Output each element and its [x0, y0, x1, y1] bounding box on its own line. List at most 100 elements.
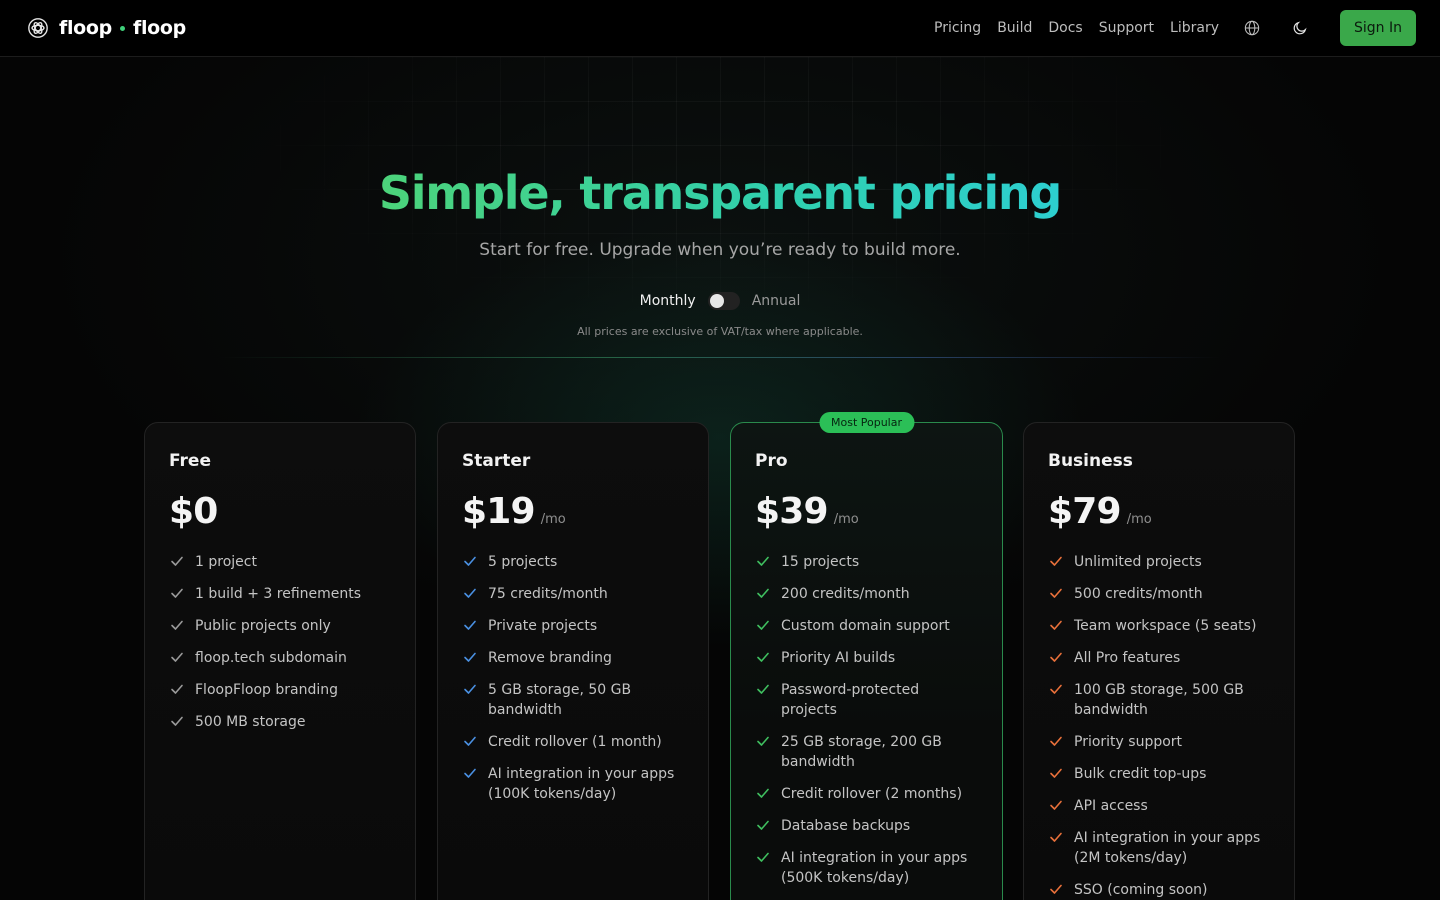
plan-feature-text: 1 build + 3 refinements	[195, 586, 362, 602]
check-icon	[1050, 884, 1062, 894]
plan-feature-text: 500 MB storage	[195, 714, 306, 730]
plan-feature: Bulk credit top-ups	[1048, 764, 1270, 784]
plan-feature: 5 projects	[462, 552, 684, 572]
check-icon	[757, 620, 769, 630]
plan-feature-text: Priority support	[1074, 734, 1183, 750]
check-icon	[171, 620, 183, 630]
check-icon	[757, 684, 769, 694]
plan-feature-text: API access	[1074, 798, 1148, 814]
page-title: Simple, transparent pricing	[379, 160, 1063, 226]
moon-icon[interactable]	[1291, 19, 1309, 37]
plan-feature: 100 GB storage, 500 GB bandwidth	[1048, 680, 1270, 720]
plan-feature-text: Bulk credit top-ups	[1074, 766, 1207, 782]
plan-feature-text: AI integration in your apps (2M tokens/d…	[1074, 830, 1261, 866]
plan-feature: AI integration in your apps (100K tokens…	[462, 764, 684, 804]
check-icon	[757, 788, 769, 798]
billing-monthly-label[interactable]: Monthly	[640, 293, 696, 309]
plan-feature-list: 1 project 1 build + 3 refinements Public…	[169, 552, 391, 732]
nav-link-build[interactable]: Build	[997, 20, 1032, 36]
plan-feature-text: Team workspace (5 seats)	[1074, 618, 1257, 634]
brand-name-second: floop	[133, 17, 186, 39]
check-icon	[1050, 556, 1062, 566]
most-popular-badge: Most Popular	[818, 412, 915, 433]
plan-feature: 25 GB storage, 200 GB bandwidth	[755, 732, 978, 772]
plan-feature-text: 25 GB storage, 200 GB bandwidth	[781, 734, 942, 770]
check-icon	[1050, 684, 1062, 694]
plan-feature-text: 5 projects	[488, 554, 558, 570]
nav-link-docs[interactable]: Docs	[1048, 20, 1082, 36]
plan-feature: Private projects	[462, 616, 684, 636]
check-icon	[171, 556, 183, 566]
plan-feature: 500 MB storage	[169, 712, 391, 732]
check-icon	[757, 556, 769, 566]
nav-link-support[interactable]: Support	[1099, 20, 1154, 36]
plan-price: $39	[755, 491, 829, 532]
plan-feature: 15 projects	[755, 552, 978, 572]
plan-feature-text: Public projects only	[195, 618, 331, 634]
plan-card-starter: Starter $19 /mo 5 projects 75 credits/mo…	[437, 422, 709, 900]
plan-feature: Priority support	[1048, 732, 1270, 752]
plan-period: /mo	[1126, 512, 1152, 527]
billing-toggle-group: Monthly Annual	[0, 292, 1440, 310]
plan-price-row: $79 /mo	[1048, 491, 1270, 532]
plan-feature: Unlimited projects	[1048, 552, 1270, 572]
nav-link-library[interactable]: Library	[1170, 20, 1219, 36]
check-icon	[171, 716, 183, 726]
nav-link-pricing[interactable]: Pricing	[934, 20, 981, 36]
plan-feature: Remove branding	[462, 648, 684, 668]
plan-feature-text: Credit rollover (1 month)	[488, 734, 662, 750]
toggle-knob	[709, 294, 724, 308]
check-icon	[757, 852, 769, 862]
plan-feature: FloopFloop branding	[169, 680, 391, 700]
plan-feature: 75 credits/month	[462, 584, 684, 604]
plan-feature: Custom domain support	[755, 616, 978, 636]
hero: Simple, transparent pricing Start for fr…	[0, 160, 1440, 260]
plan-price: $19	[462, 491, 536, 532]
plan-feature: Database backups	[755, 816, 978, 836]
check-icon	[464, 652, 476, 662]
plan-feature-text: 1 project	[195, 554, 257, 570]
plan-feature: SSO (coming soon)	[1048, 880, 1270, 900]
check-icon	[1050, 800, 1062, 810]
plan-price-row: $39 /mo	[755, 491, 978, 532]
plan-price: $0	[169, 491, 218, 532]
check-icon	[757, 652, 769, 662]
plan-feature-text: floop.tech subdomain	[195, 650, 347, 666]
check-icon	[757, 736, 769, 746]
plan-feature: Credit rollover (2 months)	[755, 784, 978, 804]
plan-feature: AI integration in your apps (500K tokens…	[755, 848, 978, 888]
plan-feature: Credit rollover (1 month)	[462, 732, 684, 752]
plan-period: /mo	[833, 512, 859, 527]
plan-name: Business	[1048, 451, 1133, 471]
plan-feature: floop.tech subdomain	[169, 648, 391, 668]
brand[interactable]: floop floop	[27, 17, 186, 39]
check-icon	[464, 620, 476, 630]
plan-feature-list: 5 projects 75 credits/month Private proj…	[462, 552, 684, 804]
sign-in-button[interactable]: Sign In	[1340, 10, 1416, 46]
check-icon	[757, 820, 769, 830]
plan-price-row: $0	[169, 491, 391, 532]
check-icon	[1050, 620, 1062, 630]
plan-feature-text: Unlimited projects	[1074, 554, 1202, 570]
plan-feature-text: AI integration in your apps (100K tokens…	[488, 766, 675, 802]
plan-feature-text: Credit rollover (2 months)	[781, 786, 963, 802]
plan-feature: Password-protected projects	[755, 680, 978, 720]
plan-feature-list: 15 projects 200 credits/month Custom dom…	[755, 552, 978, 888]
plan-period: /mo	[540, 512, 566, 527]
globe-icon[interactable]	[1243, 19, 1261, 37]
logo-icon	[28, 18, 48, 38]
check-icon	[464, 556, 476, 566]
plan-price: $79	[1048, 491, 1122, 532]
billing-annual-label[interactable]: Annual	[752, 293, 801, 309]
plan-feature-list: Unlimited projects 500 credits/month Tea…	[1048, 552, 1270, 900]
plan-feature: Priority AI builds	[755, 648, 978, 668]
plan-feature-text: All Pro features	[1074, 650, 1181, 666]
plan-feature: All Pro features	[1048, 648, 1270, 668]
plan-card-free: Free $0 1 project 1 build + 3 refinement…	[144, 422, 416, 900]
plan-name: Pro	[755, 451, 788, 471]
brand-separator-dot	[120, 25, 125, 31]
billing-period-toggle[interactable]	[707, 292, 740, 310]
top-navbar: floop floop Pricing Build Docs Support L…	[0, 0, 1440, 57]
plan-feature-text: Custom domain support	[781, 618, 950, 634]
section-divider	[220, 357, 1220, 358]
